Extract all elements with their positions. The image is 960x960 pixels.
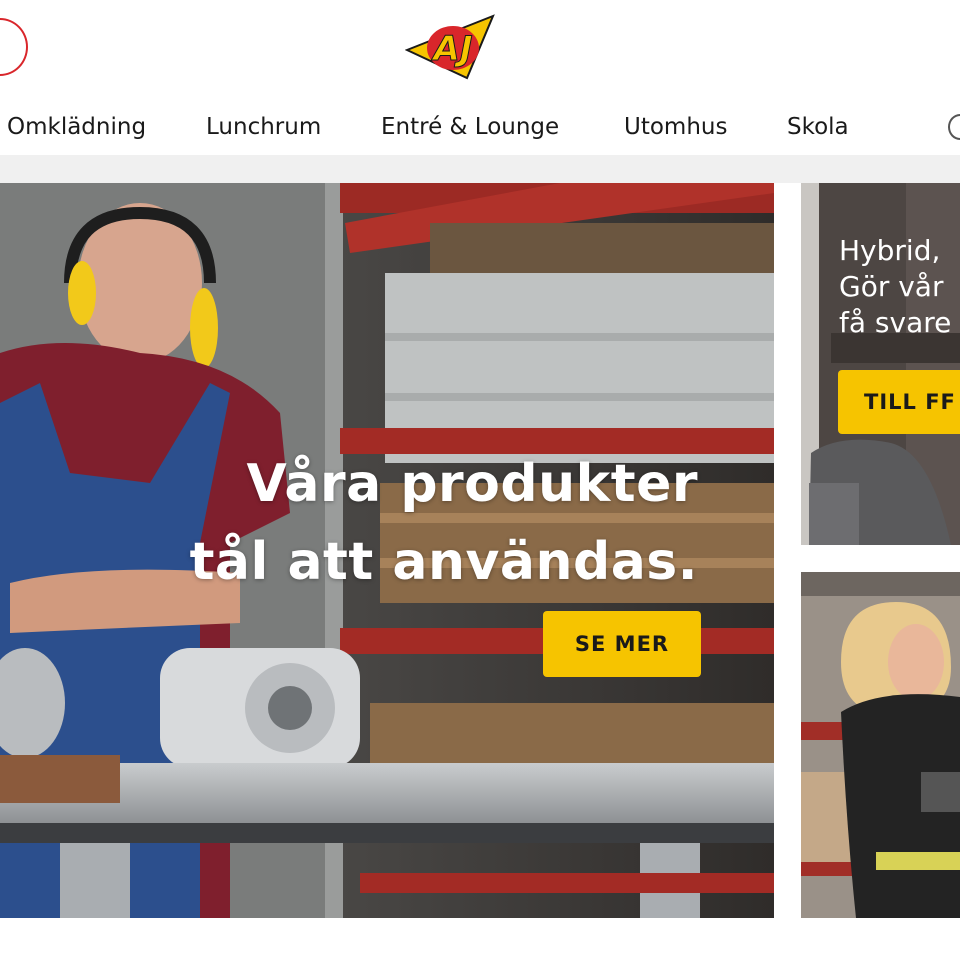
nav-item-omkladning[interactable]: Omklädning [7,114,146,140]
promo-card-hybrid[interactable]: Hybrid, Gör vår få svare TILL FF [801,183,960,545]
hero-title-line-2: tål att användas. [189,532,698,592]
promo-line-1: Hybrid, [839,234,941,267]
main-nav: Omklädning Lunchrum Entré & Lounge Utomh… [0,100,960,156]
hero-title-line-1: Våra produkter [246,454,698,514]
header-divider [0,155,960,183]
promo-card-worker-image [801,572,960,918]
nav-item-entre-lounge[interactable]: Entré & Lounge [381,114,559,140]
site-header: AJ Omklädning Lunchrum Entré & Lounge Ut… [0,0,960,155]
till-button[interactable]: TILL FF [838,370,960,434]
hero-title: Våra produkter tål att användas. [190,445,698,601]
hero-banner[interactable]: Våra produkter tål att användas. SE MER [0,183,774,918]
se-mer-button[interactable]: SE MER [543,611,701,677]
promo-card-worker[interactable] [801,572,960,918]
bottom-spacer [0,918,960,960]
promo-line-3: få svare [839,306,952,339]
promo-card-hybrid-text: Hybrid, Gör vår få svare [839,233,951,341]
search-icon[interactable] [0,18,28,76]
page: AJ Omklädning Lunchrum Entré & Lounge Ut… [0,0,960,960]
nav-item-skola[interactable]: Skola [787,114,849,140]
nav-item-utomhus[interactable]: Utomhus [624,114,727,140]
promo-line-2: Gör vår [839,270,944,303]
aj-logo[interactable]: AJ [404,12,497,80]
nav-edge-icon[interactable] [948,114,960,140]
logo-text: AJ [431,29,473,69]
nav-item-lunchrum[interactable]: Lunchrum [206,114,321,140]
